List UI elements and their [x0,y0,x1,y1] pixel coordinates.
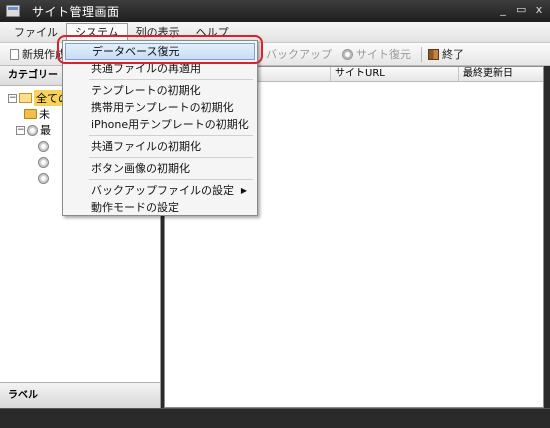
menu-item-reset-button-images[interactable]: ボタン画像の初期化 [65,160,255,177]
disc-icon [27,124,38,136]
disc-icon [38,172,49,184]
menu-item-reset-iphone-templates[interactable]: iPhone用テンプレートの初期化 [65,116,255,133]
menu-item-label: バックアップファイルの設定 [91,184,234,197]
exit-icon [428,48,439,60]
folder-open-icon [19,93,32,103]
toolbar-separator [421,46,422,62]
collapse-icon[interactable]: − [8,93,17,103]
close-button[interactable]: x [534,3,544,16]
column-header-last-updated[interactable]: 最終更新日 [459,67,543,81]
exit-button-label: 終了 [442,48,464,61]
menu-item-reset-templates[interactable]: テンプレートの初期化 [65,82,255,99]
menu-item-reapply-common-files[interactable]: 共通ファイルの再適用 [65,60,255,77]
collapse-icon[interactable]: − [16,125,25,135]
menu-item-operation-mode[interactable]: 動作モードの設定 [65,199,255,216]
menu-separator [89,157,253,158]
tree-node-label: 未 [39,108,50,121]
new-document-icon [10,48,19,60]
restore-button[interactable]: ▭ [516,3,526,16]
window-title: サイト管理画面 [32,4,120,19]
menu-item-database-restore[interactable]: データベース復元 [65,43,255,60]
new-button-label: 新規作成 [22,48,66,61]
system-menu-dropdown: データベース復元 共通ファイルの再適用 テンプレートの初期化 携帯用テンプレート… [62,40,258,216]
disc-icon [342,48,353,60]
menu-item-reset-mobile-templates[interactable]: 携帯用テンプレートの初期化 [65,99,255,116]
new-button[interactable]: 新規作成 [10,46,66,62]
menu-system[interactable]: システム [66,22,128,42]
disc-icon [38,140,49,152]
site-restore-label: サイト復元 [356,48,411,61]
exit-button[interactable]: 終了 [428,46,464,62]
column-header-site-url[interactable]: サイトURL [331,67,459,81]
menu-columns[interactable]: 列の表示 [128,23,188,42]
backup-button[interactable]: バックアップ [266,46,332,62]
disc-icon [38,156,49,168]
site-restore-button[interactable]: サイト復元 [342,46,411,62]
menu-separator [89,79,253,80]
menu-file[interactable]: ファイル [6,23,66,42]
menu-separator [89,179,253,180]
menu-help[interactable]: ヘルプ [188,23,237,42]
menu-item-backup-settings[interactable]: バックアップファイルの設定 ▶ [65,182,255,199]
menu-item-reset-common-files[interactable]: 共通ファイルの初期化 [65,138,255,155]
tree-node-label: 最 [40,124,51,137]
title-bar: サイト管理画面 _ ▭ x [0,0,550,22]
menu-separator [89,135,253,136]
status-bar [0,408,550,428]
window-controls: _ ▭ x [498,3,544,16]
folder-icon [24,109,37,119]
backup-button-label: バックアップ [266,48,332,61]
submenu-arrow-icon: ▶ [240,186,247,195]
minimize-button[interactable]: _ [498,3,508,16]
app-icon [6,5,20,17]
label-panel-header[interactable]: ラベル [0,382,160,408]
